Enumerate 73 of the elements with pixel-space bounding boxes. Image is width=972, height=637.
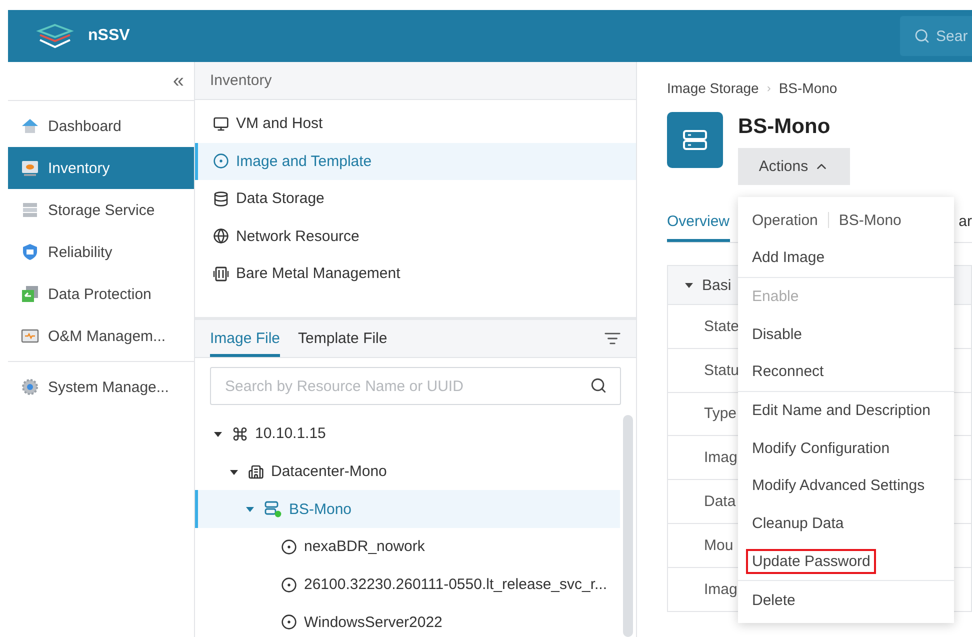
database-icon — [213, 190, 229, 207]
menu-item[interactable]: Image and Template — [195, 142, 636, 180]
globe-icon — [213, 228, 229, 244]
field-label: Imag — [704, 580, 738, 598]
menu-item[interactable]: Add Image — [738, 239, 954, 277]
sidebar-item[interactable]: Data Protection — [8, 273, 194, 315]
menu-item[interactable]: Bare Metal Management — [195, 255, 636, 292]
menu-item[interactable]: Modify Configuration — [738, 429, 954, 468]
field-label: Imag — [704, 449, 738, 466]
sidebar-item[interactable]: Dashboard — [8, 105, 194, 147]
disc-icon — [281, 538, 297, 555]
scrollbar[interactable] — [623, 415, 633, 637]
menu-item[interactable]: Cleanup Data — [738, 504, 954, 542]
field-label: Mou — [704, 536, 734, 554]
disc-icon — [281, 576, 297, 593]
field-label: Type — [704, 405, 737, 422]
shield-icon — [20, 242, 40, 262]
menu-item[interactable]: Update Password — [738, 542, 954, 580]
sidebar-item[interactable]: O&M Managem... — [8, 315, 194, 357]
tree-node[interactable]: BS-Mono — [195, 490, 620, 528]
disc-icon — [281, 614, 297, 630]
menu-item[interactable]: Edit Name and Description — [738, 392, 954, 430]
gear-icon — [20, 377, 40, 397]
list-settings-icon[interactable] — [604, 330, 621, 347]
command-icon — [232, 426, 248, 442]
caret-icon — [684, 280, 694, 290]
breadcrumb-link[interactable]: Image Storage — [667, 80, 759, 96]
tab[interactable]: Image File — [210, 320, 280, 357]
collapse-button[interactable]: « — [162, 62, 194, 100]
menu-item[interactable]: Delete — [738, 581, 954, 619]
house-icon — [20, 116, 40, 136]
page-title: BS-Mono — [738, 114, 830, 140]
tree-node[interactable]: nexaBDR_nowork — [195, 528, 620, 566]
storage-icon — [20, 200, 40, 220]
breadcrumb-separator: › — [766, 81, 771, 95]
tree-node[interactable]: WindowsServer2022 — [195, 603, 620, 637]
tab[interactable]: ar — [958, 209, 972, 242]
server-icon — [667, 112, 723, 168]
menu-item[interactable]: VM and Host — [195, 105, 636, 142]
menu-item[interactable]: Disable — [738, 315, 954, 354]
data-protection-icon — [20, 284, 40, 304]
server-status-icon — [264, 500, 282, 518]
tree-node[interactable]: 10.10.1.15 — [195, 415, 620, 453]
actions-button[interactable]: Actions — [738, 148, 850, 185]
sidebar-item[interactable]: System Manage... — [8, 366, 194, 408]
field-label: State — [704, 318, 740, 335]
monitor-icon — [213, 116, 229, 132]
tab[interactable]: Template File — [298, 320, 388, 357]
menu-header-target: BS-Mono — [838, 212, 902, 228]
field-label: Statu — [704, 362, 740, 379]
search-icon — [914, 28, 930, 44]
sidebar-item[interactable]: Reliability — [8, 231, 194, 273]
menu-item[interactable]: Reconnect — [738, 353, 954, 391]
disc-icon — [213, 153, 229, 170]
panel-title: Inventory — [195, 62, 636, 100]
menu-item[interactable]: Modify Advanced Settings — [738, 467, 954, 505]
logo-icon — [36, 23, 74, 49]
brand-name: nSSV — [88, 27, 130, 45]
tree-node[interactable]: Datacenter-Mono — [195, 452, 620, 490]
menu-header-label: Operation — [752, 212, 818, 228]
search-field[interactable]: Search by Resource Name or UUID — [210, 367, 621, 405]
breadcrumb-link[interactable]: BS-Mono — [778, 80, 838, 96]
monitor-icon — [20, 158, 40, 178]
tree-node[interactable]: 26100.32230.260111-0550.lt_release_svc_r... — [195, 566, 620, 604]
server-rack-icon — [213, 266, 229, 282]
sidebar-item[interactable]: Inventory — [8, 147, 194, 189]
building-icon — [248, 464, 264, 480]
menu-item[interactable]: Network Resource — [195, 218, 636, 255]
sidebar-item[interactable]: Storage Service — [8, 189, 194, 231]
tab[interactable]: Overview — [667, 209, 730, 242]
field-label: Data — [704, 493, 736, 510]
search-icon[interactable] — [590, 377, 607, 394]
menu-item[interactable]: Data Storage — [195, 180, 636, 218]
